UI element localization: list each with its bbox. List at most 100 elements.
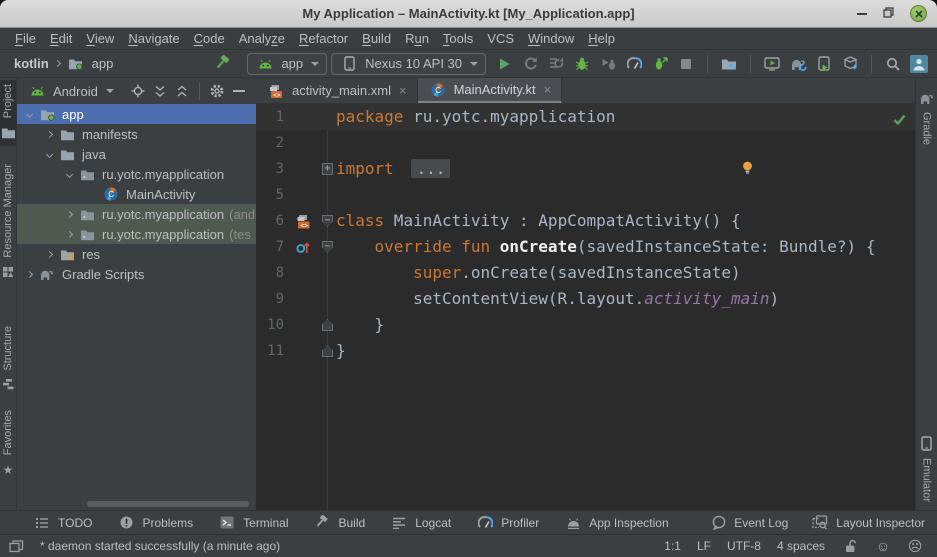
apply-changes-icon[interactable] <box>650 54 670 74</box>
profile-avatar-icon[interactable] <box>909 54 929 74</box>
line-number[interactable]: 1 <box>256 104 292 130</box>
debug-icon[interactable] <box>572 54 592 74</box>
breadcrumb-module[interactable]: kotlin <box>14 56 49 71</box>
tree-item-gradle-scripts[interactable]: Gradle Scripts <box>17 264 256 284</box>
line-number[interactable]: 8 <box>256 260 292 286</box>
code-line-5[interactable]: 5 <box>256 182 915 208</box>
stripe-button-structure[interactable]: Structure <box>0 322 16 399</box>
profiler-icon[interactable] <box>624 54 644 74</box>
toolwindow-terminal[interactable]: Terminal <box>217 513 288 533</box>
toolwindow-event-log[interactable]: Event Log <box>708 513 788 533</box>
toolwindow-build[interactable]: Build <box>313 513 366 533</box>
toolwindow-logcat[interactable]: Logcat <box>389 513 451 533</box>
apply-changes-restart-icon[interactable] <box>520 54 540 74</box>
expand-all-icon[interactable] <box>150 81 170 101</box>
code-line-6[interactable]: 6<>−class MainActivity : AppCompatActivi… <box>256 208 915 234</box>
code-line-9[interactable]: 9 setContentView(R.layout.activity_main) <box>256 286 915 312</box>
line-number[interactable]: 9 <box>256 286 292 312</box>
chevron-right-icon[interactable] <box>46 250 53 257</box>
sdk-manager-icon[interactable] <box>840 54 860 74</box>
override-method-icon[interactable] <box>293 237 313 257</box>
hammer-build-icon[interactable] <box>213 54 233 74</box>
chevron-right-icon[interactable] <box>26 270 33 277</box>
menu-refactor[interactable]: Refactor <box>292 31 355 46</box>
menu-vcs[interactable]: VCS <box>480 31 521 46</box>
menu-edit[interactable]: Edit <box>43 31 79 46</box>
code-line-11[interactable]: 11} <box>256 338 915 364</box>
menu-build[interactable]: Build <box>355 31 398 46</box>
menu-view[interactable]: View <box>79 31 121 46</box>
goto-layout-icon[interactable]: <> <box>293 211 313 231</box>
collapse-all-icon[interactable] <box>172 81 192 101</box>
running-devices-icon[interactable] <box>762 54 782 74</box>
line-number[interactable]: 6 <box>256 208 292 234</box>
stripe-button-gradle[interactable]: Gradle <box>916 84 937 149</box>
stripe-button-project[interactable]: Project <box>0 80 16 146</box>
file-encoding[interactable]: UTF-8 <box>727 539 761 553</box>
line-ending[interactable]: LF <box>697 539 711 553</box>
chevron-right-icon[interactable] <box>46 130 53 137</box>
run-icon[interactable] <box>494 54 514 74</box>
indent-setting[interactable]: 4 spaces <box>777 539 825 553</box>
editor-tab-mainactivity-kt[interactable]: CMainActivity.kt× <box>418 78 563 103</box>
menu-run[interactable]: Run <box>398 31 436 46</box>
toolwindow-app-inspection[interactable]: App Inspection <box>563 513 668 533</box>
hide-panel-icon[interactable] <box>229 81 249 101</box>
toolwindow-layout-inspector[interactable]: Layout Inspector <box>810 513 925 533</box>
tree-item-mainactivity[interactable]: CMainActivity <box>17 184 256 204</box>
horizontal-scrollbar[interactable] <box>87 501 249 507</box>
close-tab-icon[interactable]: × <box>544 82 552 97</box>
editor-tab-activity-main-xml[interactable]: <>activity_main.xml× <box>256 78 418 103</box>
breadcrumb-item[interactable]: app <box>92 56 114 71</box>
tree-item-ru-yotc-myapplication[interactable]: ru.yotc.myapplication(tes <box>17 224 256 244</box>
line-number[interactable]: 7 <box>256 234 292 260</box>
tree-item-app[interactable]: app <box>17 104 256 124</box>
tree-item-manifests[interactable]: manifests <box>17 124 256 144</box>
tree-item-java[interactable]: java <box>17 144 256 164</box>
stripe-button-emulator[interactable]: Emulator <box>916 430 937 506</box>
attach-debugger-icon[interactable] <box>598 54 618 74</box>
menu-help[interactable]: Help <box>581 31 622 46</box>
menu-code[interactable]: Code <box>187 31 232 46</box>
code-editor[interactable]: 1package ru.yotc.myapplication23+import … <box>256 104 915 510</box>
line-number[interactable]: 2 <box>256 130 292 156</box>
run-configuration-select[interactable]: app <box>247 53 327 75</box>
caret-position[interactable]: 1:1 <box>664 539 681 553</box>
chevron-down-icon[interactable] <box>46 150 53 157</box>
face-sad-icon[interactable]: ☹ <box>905 536 925 556</box>
fold-expand-icon[interactable]: + <box>322 163 333 175</box>
settings-gear-icon[interactable] <box>207 81 227 101</box>
line-number[interactable]: 11 <box>256 338 292 364</box>
line-number[interactable]: 3 <box>256 156 292 182</box>
intention-bulb-icon[interactable] <box>742 161 753 180</box>
line-number[interactable]: 10 <box>256 312 292 338</box>
chevron-down-icon[interactable] <box>66 170 73 177</box>
status-message[interactable]: * daemon started successfully (a minute … <box>40 539 280 553</box>
device-select[interactable]: Nexus 10 API 30 <box>331 53 486 75</box>
code-line-8[interactable]: 8 super.onCreate(savedInstanceState) <box>256 260 915 286</box>
chevron-right-icon[interactable] <box>66 210 73 217</box>
locate-icon[interactable] <box>128 81 148 101</box>
code-line-3[interactable]: 3+import ... <box>256 156 915 182</box>
minimize-button[interactable] <box>857 13 867 15</box>
close-tab-icon[interactable]: × <box>399 83 407 98</box>
stripe-button-favorites[interactable]: Favorites★ <box>0 406 16 483</box>
code-line-7[interactable]: 7− override fun onCreate(savedInstanceSt… <box>256 234 915 260</box>
stripe-button-resource-manager[interactable]: Resource Manager <box>0 160 16 286</box>
project-view-mode[interactable]: Android <box>53 84 98 99</box>
tree-item-ru-yotc-myapplication[interactable]: ru.yotc.myapplication(and <box>17 204 256 224</box>
device-file-explorer-icon[interactable] <box>719 54 739 74</box>
code-line-2[interactable]: 2 <box>256 130 915 156</box>
code-line-1[interactable]: 1package ru.yotc.myapplication <box>256 104 915 130</box>
lock-open-icon[interactable] <box>841 536 861 556</box>
apply-code-changes-icon[interactable] <box>546 54 566 74</box>
toolwindow-todo[interactable]: TODO <box>32 513 92 533</box>
close-button[interactable] <box>910 5 927 22</box>
menu-analyze[interactable]: Analyze <box>232 31 292 46</box>
restore-button[interactable] <box>883 5 894 23</box>
menu-tools[interactable]: Tools <box>436 31 480 46</box>
toolwindow-profiler[interactable]: Profiler <box>475 513 539 533</box>
search-everywhere-icon[interactable] <box>883 54 903 74</box>
inspections-ok-icon[interactable] <box>893 112 906 130</box>
chevron-down-icon[interactable] <box>26 110 33 117</box>
